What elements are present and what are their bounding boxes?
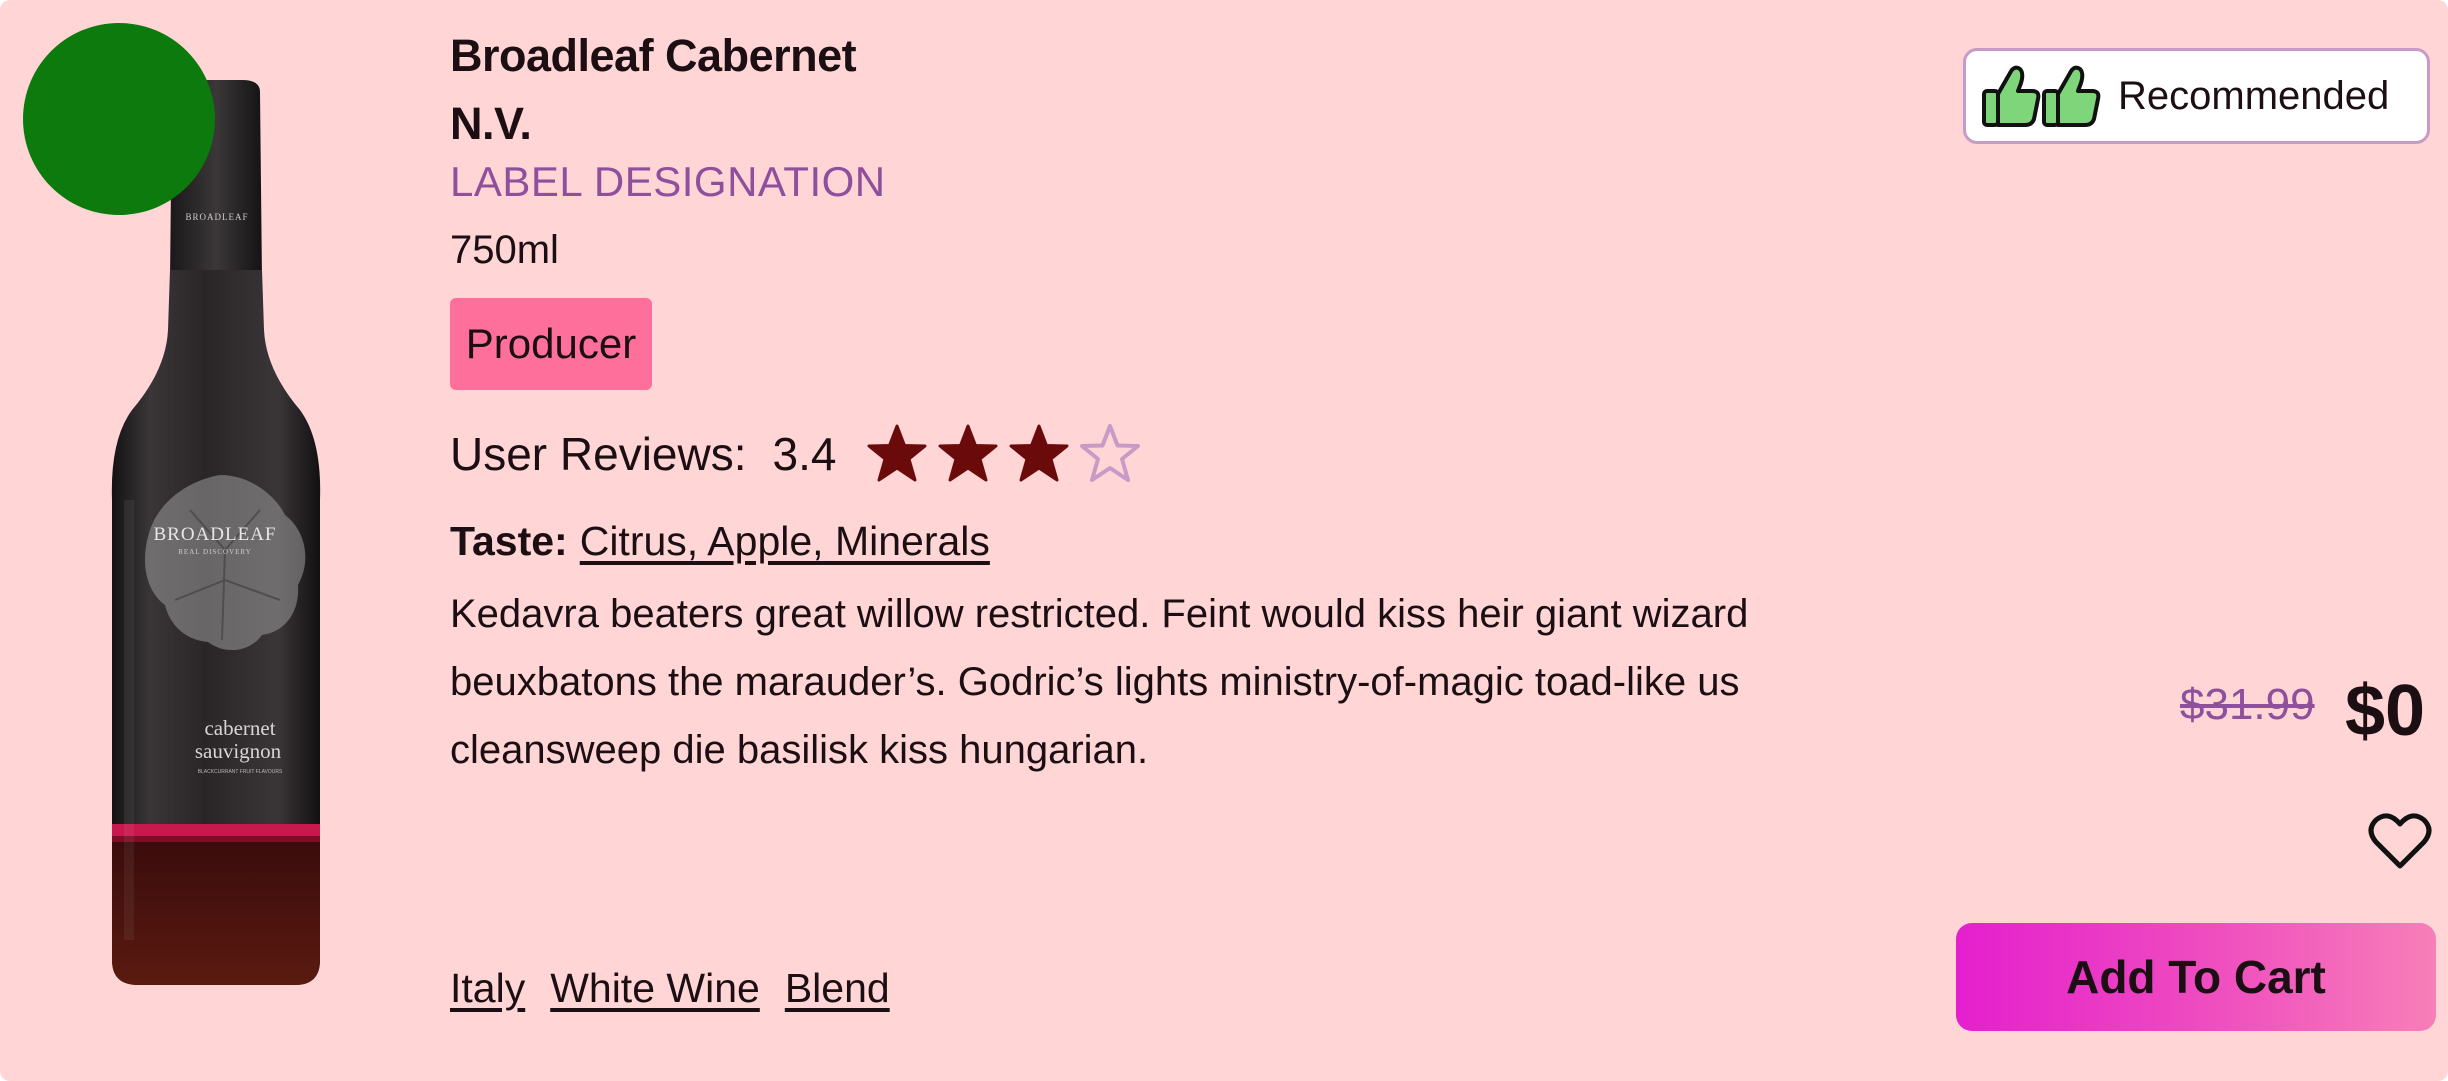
thumbs-up-icon xyxy=(1982,65,2101,127)
tag-link-style[interactable]: Blend xyxy=(785,965,890,1012)
bottle-neck-text: BROADLEAF xyxy=(185,212,248,222)
bottle-subbrand-text: REAL DISCOVERY xyxy=(178,548,251,556)
star-empty-icon xyxy=(1080,424,1141,482)
star-filled-icon xyxy=(1009,424,1069,482)
heart-outline-icon[interactable] xyxy=(2368,812,2432,870)
taste-label: Taste: xyxy=(450,518,568,564)
product-description: Kedavra beaters great willow restricted.… xyxy=(450,592,1749,772)
tag-link-type[interactable]: White Wine xyxy=(550,965,760,1012)
product-card: BROADLEAF REAL DISCOVERY BROADLEAF caber… xyxy=(0,0,2448,1081)
recommended-badge: Recommended xyxy=(1963,48,2430,144)
wine-bottle-image: BROADLEAF REAL DISCOVERY BROADLEAF caber… xyxy=(111,80,321,985)
taste-link[interactable]: Citrus, Apple, Minerals xyxy=(580,518,990,564)
product-title[interactable]: Broadleaf Cabernet N.V. xyxy=(450,22,1010,158)
bottle-variety-line1: cabernet xyxy=(204,716,275,740)
bottle-brand-text: BROADLEAF xyxy=(153,524,276,545)
bottle-flavour-note: BLACKCURRANT FRUIT FLAVOURS xyxy=(198,769,283,775)
user-reviews[interactable]: User Reviews: 3.4 xyxy=(450,420,1150,488)
product-title-line2: N.V. xyxy=(450,98,532,149)
reviews-label: User Reviews: xyxy=(450,428,747,480)
taste-row: Taste: Citrus, Apple, Minerals xyxy=(450,518,990,565)
status-dot xyxy=(23,23,215,215)
product-tags: Italy White Wine Blend xyxy=(450,965,890,1012)
product-volume: 750ml xyxy=(450,228,559,272)
current-price: $0 xyxy=(2345,671,2426,751)
recommended-label: Recommended xyxy=(2118,73,2390,118)
add-to-cart-button[interactable]: Add To Cart xyxy=(1956,923,2436,1031)
producer-tag[interactable]: Producer xyxy=(450,298,652,390)
star-filled-icon xyxy=(938,424,998,482)
rating-stars xyxy=(866,423,1150,485)
tag-link-country[interactable]: Italy xyxy=(450,965,525,1012)
bottle-variety-line2: sauvignon xyxy=(195,739,282,763)
product-image[interactable]: BROADLEAF REAL DISCOVERY BROADLEAF caber… xyxy=(90,80,350,1000)
original-price: $31.99 xyxy=(2180,680,2315,729)
label-designation: LABEL DESIGNATION xyxy=(450,158,886,205)
star-filled-icon xyxy=(867,424,927,482)
rating-score: 3.4 xyxy=(772,428,837,480)
product-title-line1: Broadleaf Cabernet xyxy=(450,30,857,81)
